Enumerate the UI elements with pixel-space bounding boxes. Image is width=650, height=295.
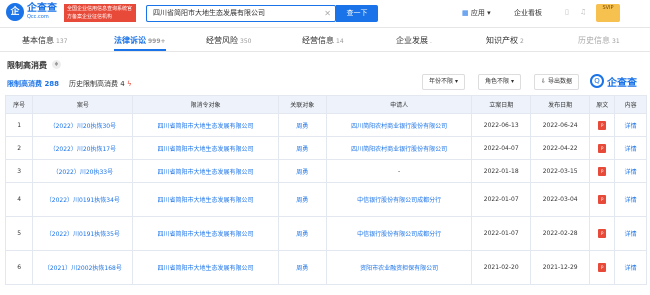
role-filter[interactable]: 角色不限 ▾ [478, 74, 521, 90]
year-filter[interactable]: 年份不限 ▾ [422, 74, 465, 90]
search-input[interactable]: 四川省简阳市大地生态发展有限公司 ✕ [146, 5, 336, 22]
top-bar: 企 企查查 Qcc.com 全国企业信用信息查询系统官方备案企业征信机构 四川省… [0, 0, 650, 28]
pdf-icon[interactable]: P [598, 166, 607, 176]
table-row: 1 （2022）川20执恢30号 四川省简阳市大地生态发展有限公司 周勇 四川简… [4, 113, 647, 137]
phone-icon[interactable]: ▯ [565, 8, 569, 16]
subtab-history[interactable]: 历史限制高消费 4 ϟ [69, 79, 132, 89]
main-tabs: 基本信息 137 法律诉讼 999+ 经营风险 350 经营信息 14 企业发展. 知识… [0, 32, 650, 52]
pdf-icon[interactable]: P [598, 143, 607, 153]
related-link[interactable]: 周勇 [277, 159, 328, 183]
pdf-icon[interactable]: P [598, 120, 607, 130]
nav-app[interactable]: ▦ 应用 ▾ [462, 8, 491, 18]
logo-icon: 企 [6, 3, 24, 21]
grid-icon: ▦ [462, 9, 469, 17]
detail-link[interactable]: 详情 [614, 113, 647, 137]
related-link[interactable]: 周勇 [277, 136, 328, 160]
chevron-down-icon: ▾ [454, 78, 458, 85]
case-link[interactable]: （2022）川20执恢17号 [32, 136, 134, 160]
applicant-link[interactable]: 四川简阳农村商业银行股份有限公司 [325, 136, 473, 160]
related-link[interactable]: 周勇 [277, 250, 328, 285]
tab-legal[interactable]: 法律诉讼 999+ [114, 35, 166, 51]
detail-link[interactable]: 详情 [614, 136, 647, 160]
col-content: 内容 [614, 95, 647, 114]
detail-link[interactable]: 详情 [614, 216, 647, 251]
tab-basic-info[interactable]: 基本信息 137 [22, 35, 67, 46]
logo-name: 企查查 [27, 3, 57, 14]
tab-development[interactable]: 企业发展. [396, 35, 432, 46]
case-link[interactable]: （2022）川0191执恢34号 [32, 182, 134, 217]
col-published: 发布日期 [530, 95, 591, 114]
vip-badge[interactable]: SVIP [596, 4, 620, 22]
bell-icon[interactable]: ♫ [580, 8, 586, 16]
qcc-watermark: 企查查 [607, 78, 637, 89]
col-case: 案号 [32, 95, 134, 114]
chevron-down-icon: ▾ [510, 78, 514, 85]
detail-link[interactable]: 详情 [614, 182, 647, 217]
applicant-link[interactable]: 中信银行股份有限公司成都分行 [325, 182, 473, 217]
table-row: 3 （2022）川20执33号 四川省简阳市大地生态发展有限公司 周勇 - 20… [4, 159, 647, 183]
nav-kanban[interactable]: 企业看板 [514, 8, 542, 18]
qcc-watermark-icon: Q [590, 74, 604, 88]
table-row: 5 （2022）川0191执恢35号 四川省简阳市大地生态发展有限公司 周勇 中… [4, 216, 647, 251]
case-link[interactable]: （2022）川20执33号 [32, 159, 134, 183]
hot-icon: ϟ [126, 80, 132, 88]
restriction-table: 序号 案号 限消令对象 关联对象 申请人 立案日期 发布日期 原文 内容 1 （… [4, 95, 647, 285]
target-link[interactable]: 四川省简阳市大地生态发展有限公司 [132, 136, 279, 160]
tab-history[interactable]: 历史信息 31 [578, 35, 620, 46]
applicant-empty: - [325, 159, 473, 183]
col-target: 限消令对象 [132, 95, 279, 114]
case-link[interactable]: （2022）川20执恢30号 [32, 113, 134, 137]
col-no: 序号 [4, 95, 34, 114]
target-link[interactable]: 四川省简阳市大地生态发展有限公司 [132, 182, 279, 217]
col-original: 原文 [589, 95, 616, 114]
table-row: 4 （2022）川0191执恢34号 四川省简阳市大地生态发展有限公司 周勇 中… [4, 182, 647, 217]
subtab-current[interactable]: 限制高消费 288 [7, 79, 59, 89]
export-icon: ⇩ [541, 78, 547, 85]
applicant-link[interactable]: 中信银行股份有限公司成都分行 [325, 216, 473, 251]
table-row: 6 （2021）川2002执恢168号 四川省简阳市大地生态发展有限公司 周勇 … [4, 250, 647, 285]
applicant-link[interactable]: 四川简阳农村商业银行股份有限公司 [325, 113, 473, 137]
logo[interactable]: 企 企查查 Qcc.com [6, 3, 57, 21]
table-row: 2 （2022）川20执恢17号 四川省简阳市大地生态发展有限公司 周勇 四川简… [4, 136, 647, 160]
tab-ip[interactable]: 知识产权 2 [486, 35, 524, 46]
clear-icon[interactable]: ✕ [324, 6, 331, 21]
pdf-icon[interactable]: P [598, 229, 607, 238]
logo-sub: Qcc.com [27, 14, 49, 20]
certification-badge: 全国企业信用信息查询系统官方备案企业征信机构 [64, 4, 136, 22]
detail-link[interactable]: 详情 [614, 159, 647, 183]
search-button[interactable]: 查一下 [336, 5, 378, 22]
case-link[interactable]: （2021）川2002执恢168号 [32, 250, 134, 285]
export-button[interactable]: ⇩ 导出数据 [534, 74, 579, 90]
search-value: 四川省简阳市大地生态发展有限公司 [153, 9, 265, 17]
col-filed: 立案日期 [471, 95, 532, 114]
col-related: 关联对象 [277, 95, 328, 114]
applicant-link[interactable]: 资阳市农业融资担保有限公司 [325, 250, 473, 285]
col-applicant: 申请人 [325, 95, 473, 114]
related-link[interactable]: 周勇 [277, 216, 328, 251]
pdf-icon[interactable]: P [598, 195, 607, 204]
tab-operating-risk[interactable]: 经营风险 350 [206, 35, 251, 46]
tab-operating-info[interactable]: 经营信息 14 [302, 35, 344, 46]
target-link[interactable]: 四川省简阳市大地生态发展有限公司 [132, 159, 279, 183]
related-link[interactable]: 周勇 [277, 182, 328, 217]
info-icon[interactable]: ♦ [52, 60, 61, 69]
section-title: 限制高消费 [7, 61, 47, 70]
chevron-down-icon: ▾ [487, 9, 491, 17]
related-link[interactable]: 周勇 [277, 113, 328, 137]
target-link[interactable]: 四川省简阳市大地生态发展有限公司 [132, 216, 279, 251]
detail-link[interactable]: 详情 [614, 250, 647, 285]
pdf-icon[interactable]: P [598, 263, 607, 272]
target-link[interactable]: 四川省简阳市大地生态发展有限公司 [132, 250, 279, 285]
case-link[interactable]: （2022）川0191执恢35号 [32, 216, 134, 251]
target-link[interactable]: 四川省简阳市大地生态发展有限公司 [132, 113, 279, 137]
